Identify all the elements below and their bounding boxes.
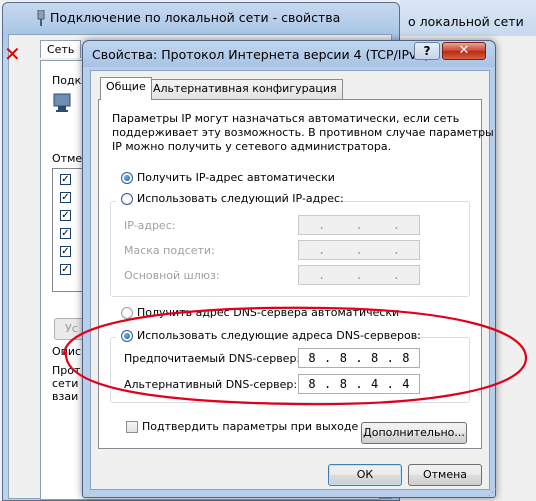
help-button[interactable]: ? [414,42,440,60]
network-plug-icon [37,10,45,26]
ok-button[interactable]: ОК [328,464,402,486]
component-checkbox[interactable]: ✓ [60,174,71,185]
default-gateway-label: Основной шлюз: [124,269,220,282]
ip-manual-label[interactable]: Использовать следующий IP-адрес: [137,192,344,205]
dns-manual-radio[interactable] [121,330,133,342]
component-checkbox[interactable]: ✓ [60,264,71,275]
ip-manual-radio[interactable] [121,193,133,205]
alternate-dns-label: Альтернативный DNS-сервер: [124,378,298,391]
component-checkbox[interactable]: ✓ [60,192,71,203]
dns-auto-radio[interactable] [121,307,133,319]
default-gateway-field[interactable]: ... [298,265,420,285]
component-checkbox[interactable]: ✓ [60,228,71,239]
subnet-mask-label: Маска подсети: [124,244,215,257]
back-description-text: взаи [52,390,79,403]
right-window-title: о локальной сети [408,14,524,29]
preferred-dns-field[interactable]: 8.8.8.8 [298,348,420,368]
back-window-title: Подключение по локальной сети - свойства [50,10,341,25]
component-checkbox[interactable]: ✓ [60,246,71,257]
validate-label[interactable]: Подтвердить параметры при выходе [142,420,358,433]
alternate-dns-field[interactable]: 8.8.4.4 [298,374,420,394]
dialog-title: Свойства: Протокол Интернета версии 4 (T… [92,47,430,62]
description-line: Параметры IP могут назначаться автоматич… [112,112,460,125]
ip-auto-label[interactable]: Получить IP-адрес автоматически [137,171,335,184]
dns-manual-label[interactable]: Использовать следующие адреса DNS-сервер… [137,329,421,342]
back-description-text: Прот [52,364,81,377]
description-line: IP можно получить у сетевого администрат… [112,140,392,153]
dns-auto-label[interactable]: Получить адрес DNS-сервера автоматически [137,306,399,319]
validate-checkbox[interactable] [126,421,138,433]
description-line: поддерживает эту возможность. В противно… [112,126,494,139]
disconnected-icon: ✕ [4,42,21,66]
ip-auto-radio[interactable] [121,172,133,184]
back-description-label: Опис [52,345,82,358]
preferred-dns-label: Предпочитаемый DNS-сервер: [124,352,301,365]
ip-address-label: IP-адрес: [124,219,176,232]
back-description-text: сети [52,377,79,390]
resize-grip-icon: ⋰ [488,488,497,498]
component-checkbox[interactable]: ✓ [60,210,71,221]
subnet-mask-field[interactable]: ... [298,240,420,260]
ip-address-field[interactable]: ... [298,215,420,235]
tab-general[interactable]: Общие [100,77,152,100]
close-button[interactable]: ✕ [442,42,486,60]
tab-alternate-config[interactable]: Альтернативная конфигурация [147,79,343,99]
network-adapter-icon [53,93,71,112]
advanced-button[interactable]: Дополнительно... [361,422,467,444]
cancel-button[interactable]: Отмена [408,464,482,486]
back-tab-network[interactable]: Сеть [40,40,82,58]
